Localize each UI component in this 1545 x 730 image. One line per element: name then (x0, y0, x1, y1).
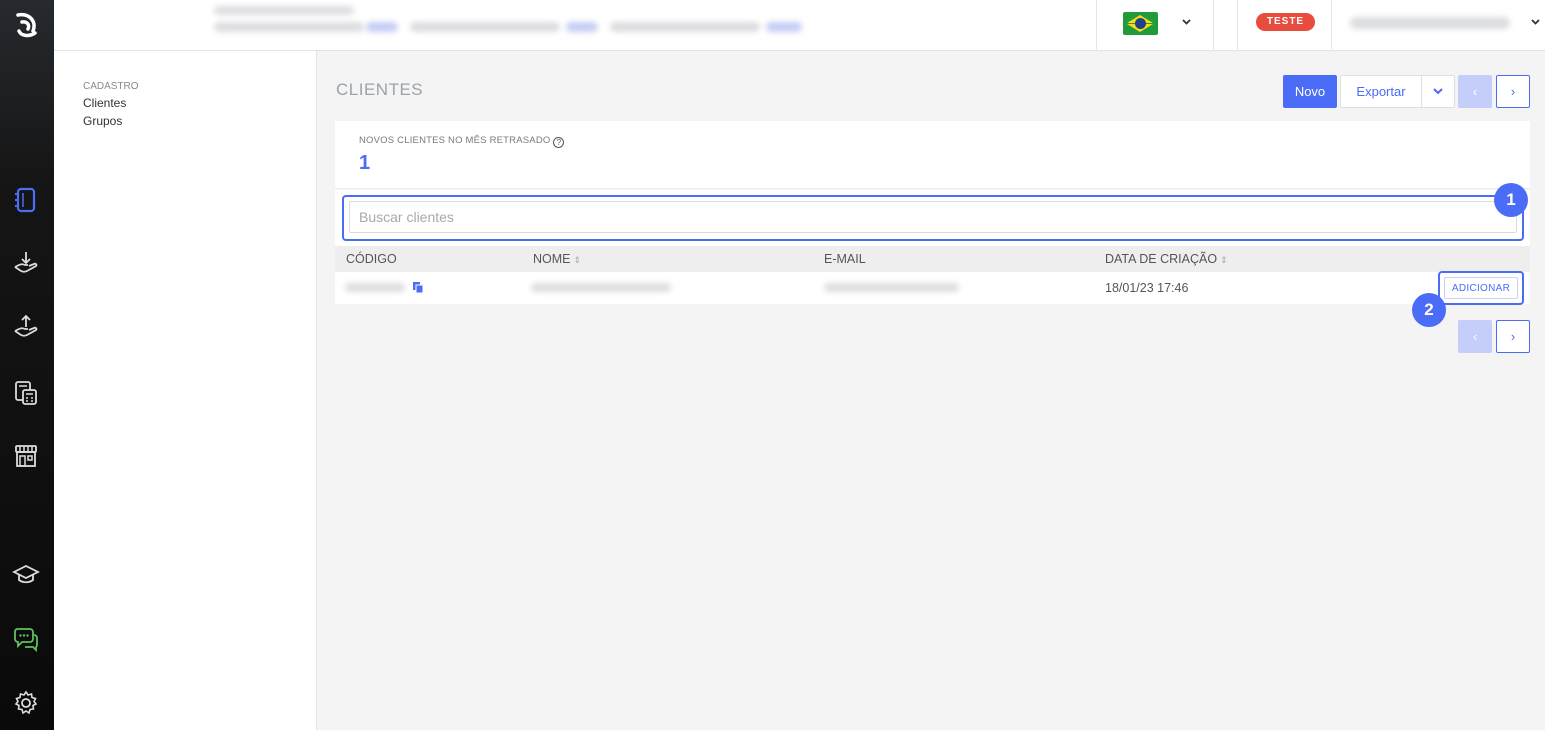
chevron-down-icon (1182, 19, 1191, 25)
blurred-link[interactable] (366, 22, 398, 32)
receive-icon[interactable] (12, 249, 40, 277)
subnav-item-grupos[interactable]: Grupos (83, 114, 122, 128)
column-header-created[interactable]: DATA DE CRIAÇÃO ⇕ (1105, 252, 1228, 266)
table-row: 18/01/23 17:46 (335, 272, 1530, 304)
store-icon[interactable] (12, 442, 40, 470)
blurred-link[interactable] (566, 22, 598, 32)
new-button[interactable]: Novo (1283, 75, 1337, 108)
sort-icon: ⇕ (573, 255, 582, 265)
subnav-item-clientes[interactable]: Clientes (83, 96, 126, 110)
export-button[interactable]: Exportar (1340, 75, 1422, 108)
add-button[interactable]: ADICIONAR (1444, 277, 1518, 299)
column-header-name[interactable]: NOME ⇕ (533, 252, 581, 266)
stats-card: NOVOS CLIENTES NO MÊS RETRASADO? 1 (335, 121, 1530, 189)
top-bar: TESTE (54, 0, 1545, 51)
callout-badge-2: 2 (1412, 293, 1446, 327)
chevron-down-icon (1433, 88, 1443, 95)
environment-badge: TESTE (1256, 13, 1315, 31)
secondary-sidebar: CADASTRO Clientes Grupos (54, 51, 317, 730)
table-header: CÓDIGO NOME ⇕ E-MAIL DATA DE CRIAÇÃO ⇕ (335, 246, 1530, 272)
stat-label: NOVOS CLIENTES NO MÊS RETRASADO? (359, 135, 565, 148)
app-logo-icon[interactable] (0, 0, 54, 50)
blurred-text (410, 22, 560, 32)
subnav-group-title: CADASTRO (83, 81, 139, 92)
created-date: 18/01/23 17:46 (1105, 281, 1189, 295)
prev-page-button[interactable]: ‹ (1458, 75, 1492, 108)
column-header-code: CÓDIGO (346, 252, 397, 266)
next-page-button-bottom[interactable]: › (1496, 320, 1530, 353)
blurred-name (531, 283, 671, 292)
search-highlight (342, 195, 1524, 241)
blurred-text (610, 22, 760, 32)
register-icon[interactable] (12, 186, 40, 214)
brazil-flag-icon (1123, 12, 1158, 35)
blurred-email (824, 283, 959, 292)
left-rail (0, 0, 54, 730)
academy-icon[interactable] (12, 561, 40, 589)
export-dropdown-button[interactable] (1422, 75, 1455, 108)
settings-icon[interactable] (12, 689, 40, 717)
blurred-text (214, 22, 364, 32)
help-icon[interactable]: ? (553, 137, 565, 148)
next-page-button[interactable]: › (1496, 75, 1530, 108)
blurred-code (345, 283, 405, 292)
column-header-email: E-MAIL (824, 252, 866, 266)
chat-icon[interactable] (12, 625, 40, 653)
prev-page-button-bottom[interactable]: ‹ (1458, 320, 1492, 353)
chevron-down-icon[interactable] (1531, 19, 1540, 26)
blurred-link[interactable] (766, 22, 802, 32)
calculator-icon[interactable] (12, 379, 40, 407)
send-icon[interactable] (12, 313, 40, 341)
page-title: CLIENTES (336, 80, 424, 99)
blurred-user-name[interactable] (1350, 17, 1510, 29)
copy-icon[interactable] (413, 282, 424, 293)
language-selector[interactable] (1096, 0, 1214, 50)
stat-value: 1 (359, 152, 371, 174)
blurred-breadcrumb (214, 6, 354, 15)
callout-badge-1: 1 (1494, 183, 1528, 217)
sort-icon: ⇕ (1220, 255, 1228, 265)
